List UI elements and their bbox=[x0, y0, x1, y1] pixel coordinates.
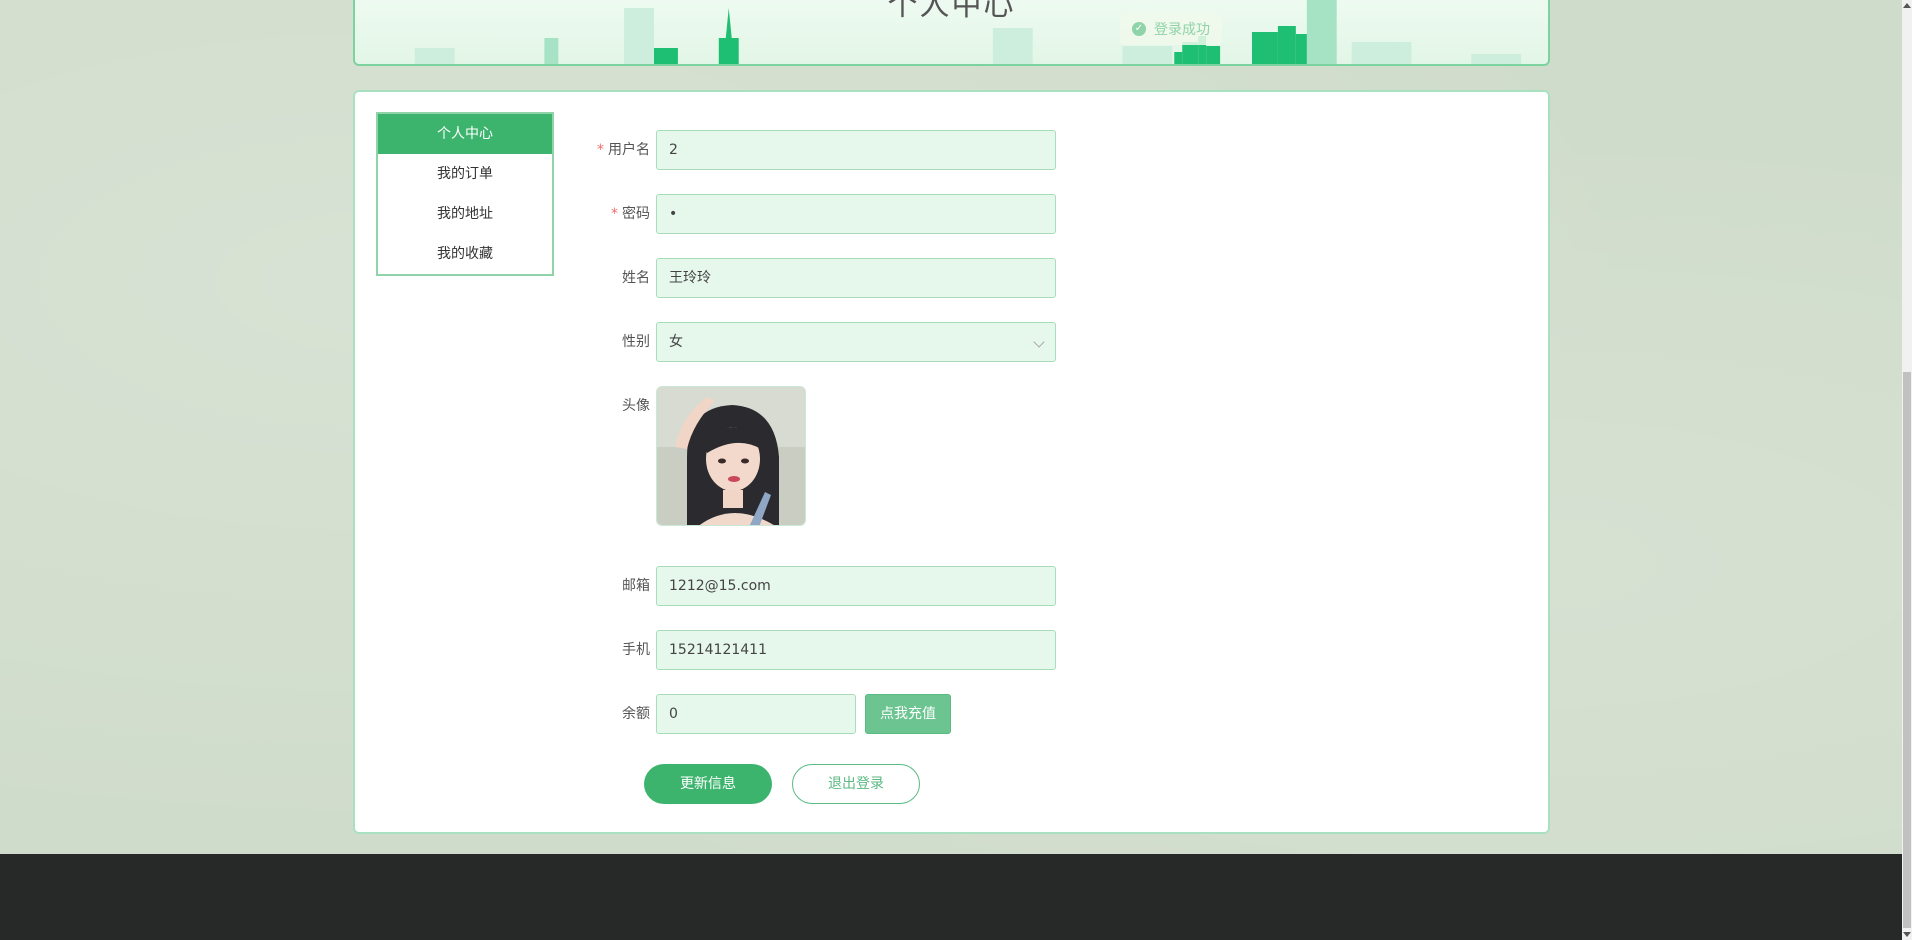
phone-input[interactable]: 15214121411 bbox=[656, 630, 1056, 670]
scroll-down-arrow-icon[interactable] bbox=[1903, 932, 1911, 937]
recharge-button[interactable]: 点我充值 bbox=[865, 694, 951, 734]
required-asterisk: * bbox=[597, 142, 604, 158]
check-circle-icon: ✓ bbox=[1132, 22, 1146, 36]
page-scrollbar[interactable] bbox=[1902, 0, 1912, 940]
update-info-button[interactable]: 更新信息 bbox=[644, 764, 772, 804]
password-label: * 密码 bbox=[611, 206, 650, 222]
gender-label: 性别 bbox=[622, 334, 650, 350]
logout-button[interactable]: 退出登录 bbox=[792, 764, 920, 804]
balance-input[interactable]: 0 bbox=[656, 694, 856, 734]
username-input[interactable]: 2 bbox=[656, 130, 1056, 170]
gender-selected-value: 女 bbox=[669, 334, 683, 350]
scrollbar-thumb[interactable] bbox=[1903, 372, 1911, 928]
login-success-toast: ✓ 登录成功 bbox=[1120, 13, 1222, 45]
required-asterisk: * bbox=[611, 206, 618, 222]
balance-row: 余额 0 点我充值 bbox=[355, 694, 1155, 734]
page-banner: 个人中心 ✓ 登录成功 bbox=[353, 0, 1550, 66]
profile-card: 个人中心 我的订单 我的地址 我的收藏 * 用户名 2 * 密码 • 姓名 王玲玲 … bbox=[353, 90, 1550, 834]
name-input[interactable]: 王玲玲 bbox=[656, 258, 1056, 298]
email-input[interactable]: 1212@15.com bbox=[656, 566, 1056, 606]
balance-label: 余额 bbox=[622, 706, 650, 722]
password-input[interactable]: • bbox=[656, 194, 1056, 234]
toast-message: 登录成功 bbox=[1154, 22, 1210, 38]
username-label: * 用户名 bbox=[597, 142, 650, 158]
avatar-upload[interactable] bbox=[656, 386, 806, 526]
avatar-label: 头像 bbox=[622, 398, 650, 414]
phone-label: 手机 bbox=[622, 642, 650, 658]
city-skyline-illustration bbox=[414, 0, 1522, 64]
name-label: 姓名 bbox=[622, 270, 650, 286]
avatar-image bbox=[657, 387, 805, 525]
email-label: 邮箱 bbox=[622, 578, 650, 594]
page-footer bbox=[0, 854, 1902, 940]
scroll-up-arrow-icon[interactable] bbox=[1903, 3, 1911, 8]
chevron-down-icon bbox=[1033, 336, 1045, 348]
gender-select[interactable]: 女 bbox=[656, 322, 1056, 362]
